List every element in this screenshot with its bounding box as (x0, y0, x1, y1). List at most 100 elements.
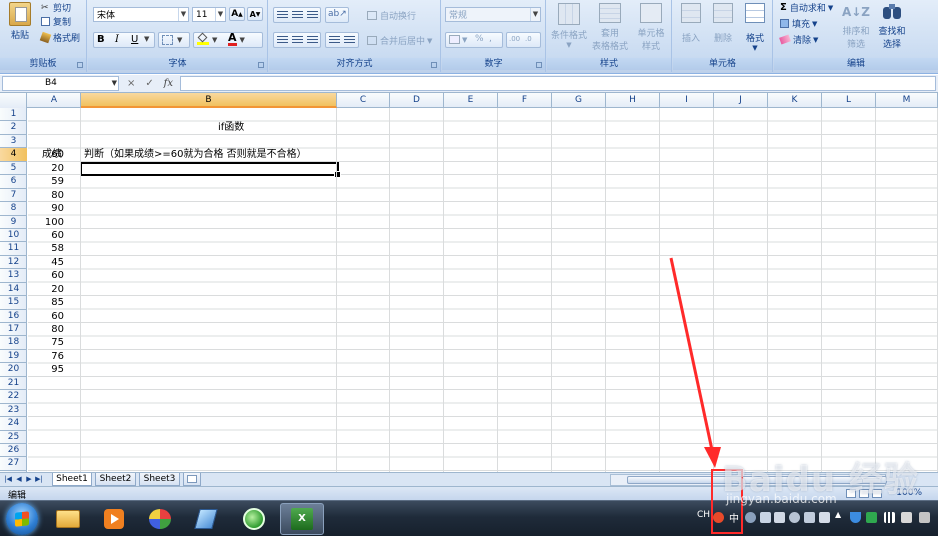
align-top-icon[interactable] (277, 11, 288, 20)
shield-icon[interactable] (850, 512, 861, 523)
format-painter-button[interactable]: 格式刷 (39, 31, 80, 44)
row-header-6[interactable]: 6 (0, 175, 27, 189)
keyboard-icon[interactable] (774, 512, 785, 523)
row-header-7[interactable]: 7 (0, 189, 27, 203)
grow-font-button[interactable]: A ▲ (229, 7, 245, 21)
number-format-select[interactable]: 常规 ▼ (445, 7, 541, 22)
score-cell[interactable]: 60 (28, 310, 81, 323)
insert-function-button[interactable]: fx (164, 78, 173, 89)
score-cell[interactable]: 58 (28, 242, 81, 255)
align-left-icon[interactable] (277, 36, 288, 45)
row-header-9[interactable]: 9 (0, 216, 27, 229)
align-center-icon[interactable] (292, 36, 303, 45)
moon-icon[interactable] (745, 512, 756, 523)
prev-sheet-button[interactable]: ◀ (15, 475, 23, 484)
tray-expand-icon[interactable]: ▲ (835, 510, 841, 519)
score-cell[interactable]: 59 (28, 175, 81, 188)
format-button[interactable]: 格式 ▼ (739, 3, 771, 52)
formula-input[interactable] (180, 76, 936, 91)
network-icon[interactable] (866, 512, 877, 523)
score-cell[interactable]: 85 (28, 296, 81, 309)
column-header-c[interactable]: C (337, 93, 390, 108)
language-indicator[interactable]: CH (697, 510, 710, 520)
score-cell[interactable]: 45 (28, 256, 81, 269)
insert-sheet-button[interactable] (183, 473, 201, 486)
conditional-format-button[interactable]: 条件格式 ▼ (549, 3, 589, 49)
bold-button[interactable]: B (97, 34, 105, 45)
row-header-13[interactable]: 13 (0, 269, 27, 283)
paste-button[interactable]: 粘贴 (4, 2, 36, 41)
row-header-20[interactable]: 20 (0, 363, 27, 377)
column-header-m[interactable]: M (876, 93, 938, 108)
ime-mode-indicator[interactable]: 中 (729, 510, 739, 525)
fill-button[interactable]: 填充 ▼ (780, 17, 817, 30)
row-header-22[interactable]: 22 (0, 390, 27, 404)
battery-icon[interactable] (919, 512, 930, 523)
align-bottom-icon[interactable] (307, 11, 318, 20)
row-header-25[interactable]: 25 (0, 431, 27, 444)
selected-cell-b4[interactable] (80, 161, 341, 179)
row-header-15[interactable]: 15 (0, 296, 27, 310)
fill-color-button[interactable]: ▼ (197, 32, 217, 45)
score-cell[interactable]: 20 (28, 162, 81, 175)
delete-button[interactable]: 删除 (707, 3, 739, 44)
clipboard-launcher-icon[interactable] (77, 62, 83, 68)
user-icon[interactable] (789, 512, 800, 523)
row-header-21[interactable]: 21 (0, 377, 27, 391)
column-header-e[interactable]: E (444, 93, 498, 108)
wrap-text-button[interactable]: 自动换行 (367, 9, 416, 22)
comma-style-button[interactable]: , (489, 34, 492, 44)
row-header-17[interactable]: 17 (0, 323, 27, 337)
score-cell[interactable]: 60 (28, 269, 81, 282)
alignment-launcher-icon[interactable] (431, 62, 437, 68)
cut-button[interactable]: ✂ 剪切 (41, 1, 71, 15)
row-header-26[interactable]: 26 (0, 444, 27, 458)
row-header-23[interactable]: 23 (0, 404, 27, 418)
column-header-a[interactable]: A (28, 93, 81, 108)
row-header-2[interactable]: 2 (0, 121, 27, 135)
explorer-taskbar-button[interactable] (46, 503, 90, 535)
row-header-5[interactable]: 5 (0, 162, 27, 176)
notebook-taskbar-button[interactable] (184, 503, 228, 535)
align-right-icon[interactable] (307, 36, 318, 45)
underline-dropdown-icon[interactable]: ▼ (144, 35, 149, 43)
row-header-18[interactable]: 18 (0, 336, 27, 350)
increase-decimal-button[interactable]: .00 (509, 35, 520, 43)
percent-button[interactable]: % (475, 34, 484, 44)
insert-button[interactable]: 插入 (675, 3, 707, 44)
increase-indent-icon[interactable] (344, 36, 355, 45)
row-header-16[interactable]: 16 (0, 310, 27, 324)
sheet-tab-3[interactable]: Sheet3 (139, 473, 180, 486)
sogou-ime-icon[interactable] (713, 512, 724, 523)
decrease-indent-icon[interactable] (329, 36, 340, 45)
row-header-19[interactable]: 19 (0, 350, 27, 364)
italic-button[interactable]: I (115, 34, 119, 45)
decrease-decimal-button[interactable]: .0 (525, 35, 532, 43)
row-header-24[interactable]: 24 (0, 417, 27, 431)
column-header-b[interactable]: B (81, 93, 337, 108)
font-name-select[interactable]: 宋体 ▼ (93, 7, 189, 22)
score-cell[interactable]: 76 (28, 350, 81, 363)
clear-button[interactable]: 清除 ▼ (779, 33, 818, 46)
column-header-g[interactable]: G (552, 93, 606, 108)
score-cell[interactable]: 80 (28, 189, 81, 202)
punctuation-icon[interactable] (760, 512, 771, 523)
paint-taskbar-button[interactable] (138, 503, 182, 535)
score-cell[interactable]: 60 (28, 229, 81, 242)
select-all-corner[interactable] (0, 93, 27, 108)
column-header-f[interactable]: F (498, 93, 552, 108)
column-header-k[interactable]: K (768, 93, 822, 108)
autosum-button[interactable]: Σ 自动求和 ▼ (780, 1, 833, 14)
score-cell[interactable]: 80 (28, 323, 81, 336)
edit-icon[interactable] (819, 512, 830, 523)
wrench-icon[interactable] (804, 512, 815, 523)
excel-taskbar-button[interactable]: X (280, 503, 324, 535)
format-as-table-button[interactable]: 套用 表格格式 (590, 3, 630, 52)
score-cell[interactable]: 20 (28, 283, 81, 296)
font-launcher-icon[interactable] (258, 62, 264, 68)
row-header-14[interactable]: 14 (0, 283, 27, 297)
font-size-select[interactable]: 11 ▼ (192, 7, 226, 22)
row-header-1[interactable]: 1 (0, 108, 27, 122)
signal-icon[interactable] (884, 512, 895, 523)
score-cell[interactable]: 75 (28, 336, 81, 349)
